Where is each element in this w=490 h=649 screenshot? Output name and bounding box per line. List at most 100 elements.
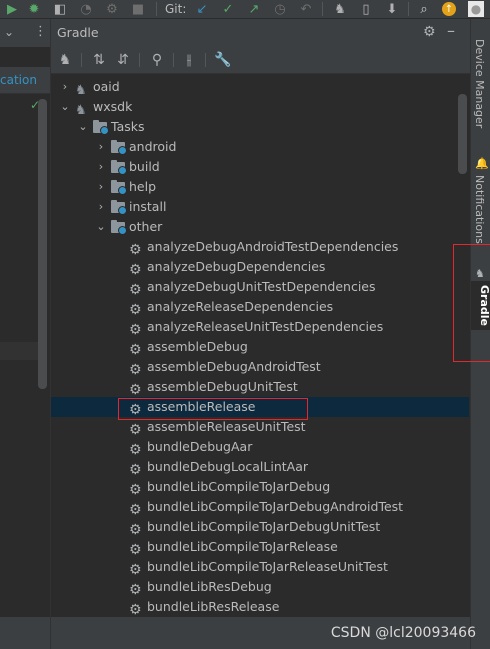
gradle-tool-window: Gradle ⚙ – ♞ ⇅ ⇵ ⚲ ⫲ 🔧 › ♞ oaid ⌄ ♞ wxsdk ⌄ Tas… (50, 19, 471, 649)
git-commit-icon[interactable]: ✓ (220, 1, 236, 17)
gear-icon: ⚙ (129, 582, 142, 598)
expand-all-icon[interactable]: ⇅ (89, 51, 109, 69)
tree-node-label: install (129, 199, 167, 214)
tree-node-label: analyzeDebugUnitTestDependencies (147, 279, 376, 294)
git-push-icon[interactable]: ↗ (246, 1, 262, 17)
collapse-all-icon[interactable]: ⇵ (113, 51, 133, 69)
task-row[interactable]: ⚙ assembleDebugUnitTest (51, 377, 469, 397)
minimize-icon[interactable]: – (447, 21, 455, 40)
task-row[interactable]: ⚙ analyzeReleaseUnitTestDependencies (51, 317, 469, 337)
coverage-icon[interactable]: ⚙ (104, 1, 120, 17)
toolbar-separator (205, 53, 206, 67)
attach-icon[interactable]: ◔ (78, 1, 94, 17)
chevron-right-icon[interactable]: › (59, 77, 71, 97)
panel-title: Gradle (57, 25, 99, 40)
settings-icon[interactable]: ⚙ (423, 24, 436, 40)
tree-node-label: bundleLibCompileToJarRelease (147, 539, 338, 554)
task-row[interactable]: ⚙ bundleLibResDebug (51, 577, 469, 597)
task-row[interactable]: ⚙ bundleLibCompileToJarDebugUnitTest (51, 517, 469, 537)
search-icon[interactable]: ⌕ (416, 1, 432, 17)
tree-node-label: wxsdk (93, 99, 133, 114)
tab-application[interactable]: cation (0, 73, 37, 87)
task-row[interactable]: ⚙ bundleLibResRelease (51, 597, 469, 617)
more-options-icon[interactable]: ⋮ (34, 24, 47, 39)
tab-notifications[interactable]: Notifications (473, 175, 486, 244)
tree-node-row[interactable]: › help (51, 177, 469, 197)
tree-node-label: bundleLibCompileToJarDebug (147, 479, 331, 494)
toolbar-separator (173, 53, 174, 67)
wrench-icon[interactable]: 🔧 (213, 51, 233, 69)
tree-node-label: bundleLibCompileToJarReleaseUnitTest (147, 559, 388, 574)
tree-node-row[interactable]: ⌄ Tasks (51, 117, 469, 137)
chevron-right-icon[interactable]: › (95, 177, 107, 197)
task-folder-icon (111, 180, 127, 195)
profile-icon[interactable]: ◧ (52, 1, 68, 17)
rollback-icon[interactable]: ↶ (298, 1, 314, 17)
tree-node-row[interactable]: ⌄ ♞ wxsdk (51, 97, 469, 118)
task-row[interactable]: ⚙ bundleDebugAar (51, 437, 469, 457)
task-row[interactable]: ⚙ analyzeReleaseDependencies (51, 297, 469, 317)
gradle-scrollbar[interactable] (458, 94, 467, 174)
left-panel-footer (0, 617, 50, 649)
tree-node-row[interactable]: › android (51, 137, 469, 157)
tab-device-manager[interactable]: Device Manager (473, 39, 486, 128)
left-panel-header: ⌄ ⋮ (0, 19, 50, 47)
git-update-icon[interactable]: ↙ (194, 1, 210, 17)
tree-node-row[interactable]: › ♞ oaid (51, 77, 469, 98)
left-panel-scrollbar[interactable] (38, 99, 47, 389)
left-panel-selected-row[interactable] (0, 342, 38, 360)
tree-node-row[interactable]: › build (51, 157, 469, 177)
watermark: CSDN @lcl20093466 (330, 625, 476, 641)
task-row[interactable]: ⚙ assembleDebugAndroidTest (51, 357, 469, 377)
task-row[interactable]: ⚙ assembleReleaseUnitTest (51, 417, 469, 437)
task-row[interactable]: ⚙ bundleDebugLocalLintAar (51, 457, 469, 477)
tree-node-row[interactable]: › install (51, 197, 469, 217)
task-row[interactable]: ⚙ assembleDebug (51, 337, 469, 357)
tree-node-label: bundleLibCompileToJarDebugUnitTest (147, 519, 381, 534)
toolbar-separator (139, 53, 140, 67)
task-row[interactable]: ⚙ analyzeDebugUnitTestDependencies (51, 277, 469, 297)
task-row[interactable]: ⚙ bundleLibCompileToJarRelease (51, 537, 469, 557)
gear-icon: ⚙ (129, 402, 142, 418)
gear-icon: ⚙ (129, 462, 142, 478)
sdk-icon[interactable]: ⬇ (384, 1, 400, 17)
tree-node-label: assembleRelease (147, 399, 256, 414)
gear-icon: ⚙ (129, 382, 142, 398)
task-row[interactable]: ⚙ bundleLibCompileToJarDebugAndroidTest (51, 497, 469, 517)
chevron-right-icon[interactable]: › (95, 157, 107, 177)
gradle-toolbar: ♞ ⇅ ⇵ ⚲ ⫲ 🔧 (51, 47, 471, 74)
device-icon[interactable]: ▯ (358, 1, 374, 17)
chevron-down-icon[interactable]: ⌄ (95, 217, 107, 237)
update-icon[interactable]: ↑ (442, 2, 456, 16)
task-row[interactable]: ⚙ bundleLibCompileToJarReleaseUnitTest (51, 557, 469, 577)
tab-gradle[interactable]: Gradle (471, 281, 490, 330)
tree-node-label: other (129, 219, 163, 234)
task-row[interactable]: ⚙ analyzeDebugDependencies (51, 257, 469, 277)
analyze-icon[interactable]: ⚲ (147, 51, 167, 69)
gear-icon: ⚙ (129, 282, 142, 298)
chevron-down-icon[interactable]: ⌄ (59, 97, 71, 117)
debug-icon[interactable]: ✹ (26, 1, 42, 17)
chevron-down-icon[interactable]: ⌄ (4, 25, 14, 39)
gear-icon: ⚙ (129, 502, 142, 518)
task-row[interactable]: ⚙ analyzeDebugAndroidTestDependencies (51, 237, 469, 257)
elephant-icon[interactable]: ♞ (55, 51, 75, 69)
run-icon[interactable]: ▶ (4, 1, 20, 17)
avatar[interactable]: ● (468, 1, 484, 17)
tree-node-label: analyzeDebugDependencies (147, 259, 326, 274)
task-row[interactable]: ⚙ assembleRelease (51, 397, 469, 417)
gear-icon: ⚙ (129, 322, 142, 338)
toggle-offline-icon[interactable]: ⫲ (179, 51, 199, 69)
gradle-project-icon: ♞ (75, 103, 87, 118)
stop-icon[interactable]: ■ (130, 1, 146, 17)
chevron-right-icon[interactable]: › (95, 137, 107, 157)
gear-icon: ⚙ (129, 542, 142, 558)
history-icon[interactable]: ◷ (272, 1, 288, 17)
task-row[interactable]: ⚙ bundleLibCompileToJarDebug (51, 477, 469, 497)
chevron-right-icon[interactable]: › (95, 197, 107, 217)
tree-node-row[interactable]: ⌄ other (51, 217, 469, 237)
tree-node-label: analyzeDebugAndroidTestDependencies (147, 239, 399, 254)
chevron-down-icon[interactable]: ⌄ (77, 117, 89, 137)
sync-gradle-icon[interactable]: ♞ (332, 1, 348, 17)
tree-node-label: assembleReleaseUnitTest (147, 419, 306, 434)
